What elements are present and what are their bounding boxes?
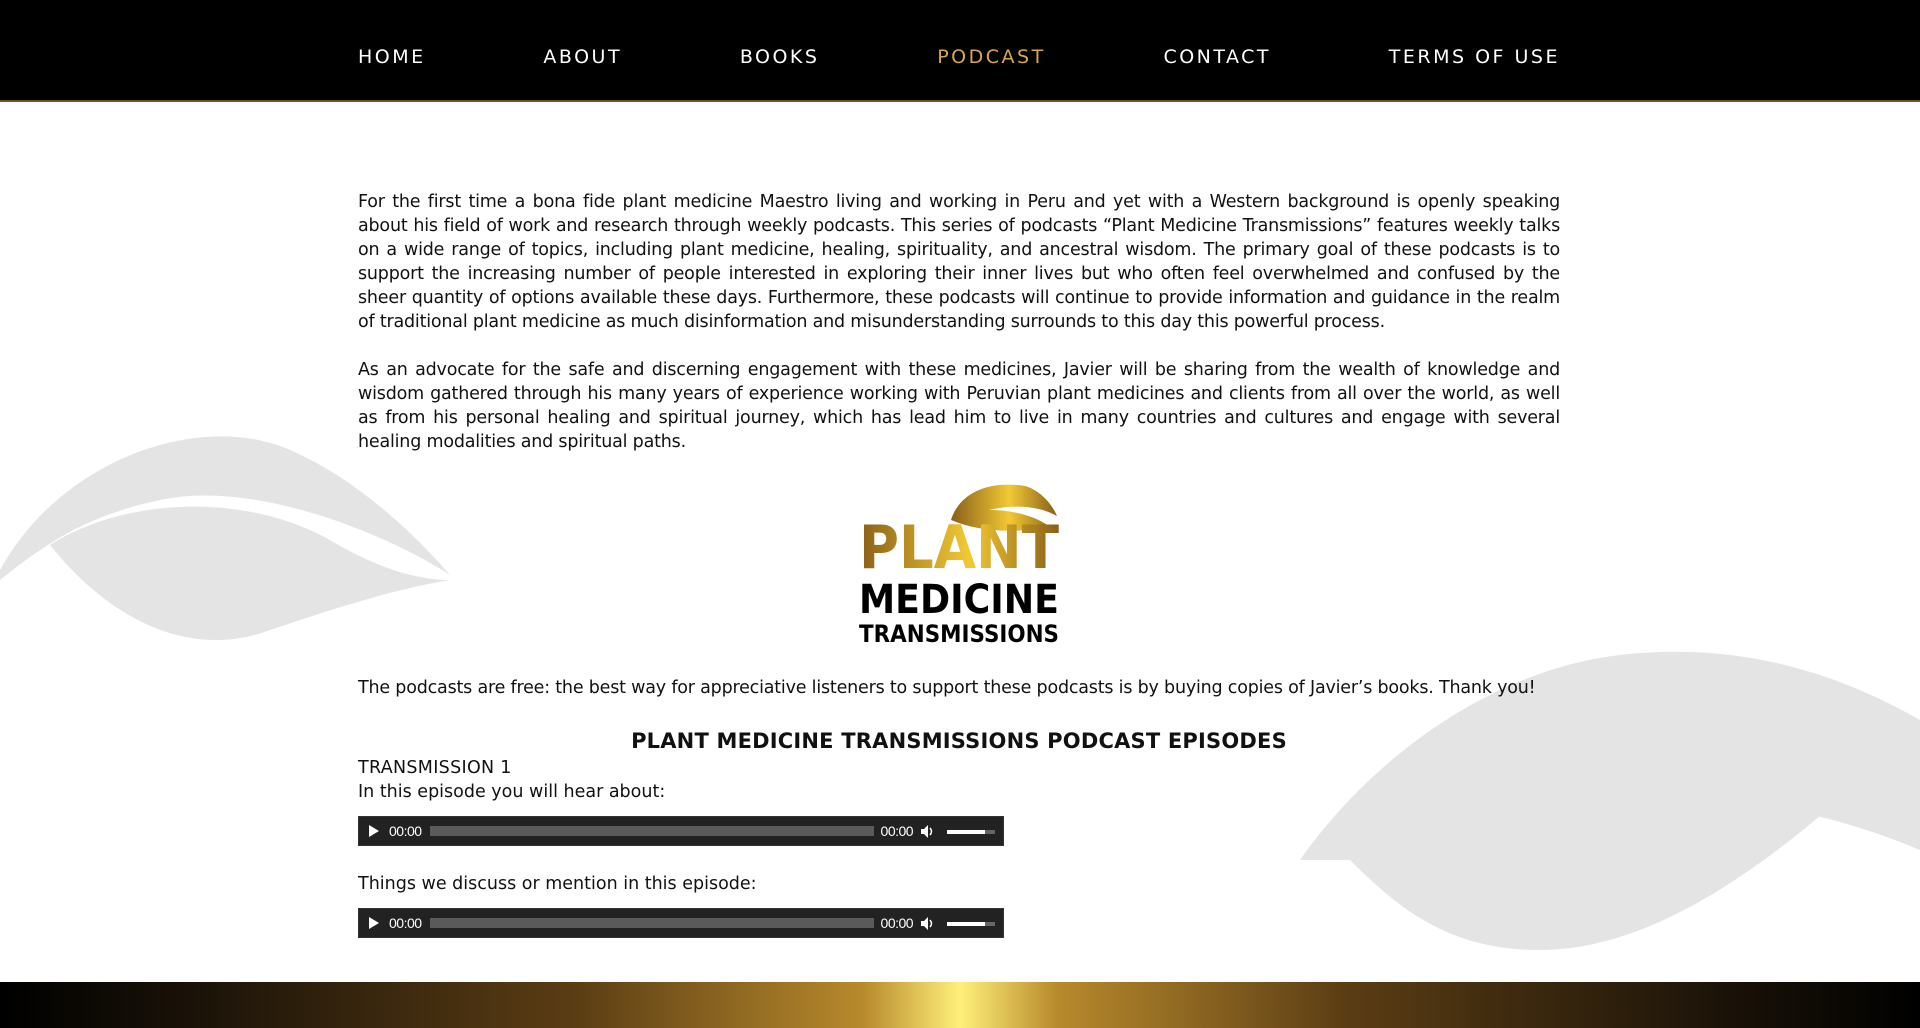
volume-icon[interactable] [921, 824, 937, 838]
current-time: 00:00 [389, 823, 422, 839]
discuss-text: Things we discuss or mention in this epi… [358, 874, 757, 894]
transmission-title: TRANSMISSION 1 [358, 758, 512, 778]
audio-player-2: 00:00 00:00 [358, 908, 1004, 938]
episode-intro-text: In this episode you will hear about: [358, 782, 666, 802]
plant-medicine-transmissions-logo: PLANT MEDICINE TRANSMISSIONS [859, 484, 1059, 648]
logo-line-transmissions: TRANSMISSIONS [859, 620, 1059, 648]
support-message: The podcasts are free: the best way for … [358, 678, 1536, 698]
play-icon[interactable] [367, 824, 381, 838]
podcast-logo: PLANT MEDICINE TRANSMISSIONS [358, 472, 1560, 652]
nav-item-podcast[interactable]: PODCAST [937, 44, 1045, 70]
page: HOME ABOUT BOOKS PODCAST CONTACT TERMS O… [0, 0, 1920, 1028]
volume-icon[interactable] [921, 916, 937, 930]
nav-item-home[interactable]: HOME [358, 44, 426, 70]
top-navigation: HOME ABOUT BOOKS PODCAST CONTACT TERMS O… [0, 0, 1920, 102]
nav-item-books[interactable]: BOOKS [740, 44, 820, 70]
intro-paragraph-1: For the first time a bona fide plant med… [358, 192, 1560, 332]
progress-track[interactable] [429, 826, 874, 836]
play-icon[interactable] [367, 916, 381, 930]
nav-item-about[interactable]: ABOUT [543, 44, 622, 70]
logo-line-plant: PLANT [859, 513, 1059, 583]
volume-slider[interactable] [947, 916, 996, 930]
total-time: 00:00 [880, 915, 914, 931]
progress-track[interactable] [429, 918, 874, 928]
current-time: 00:00 [389, 915, 422, 931]
footer-glow-bar [0, 982, 1920, 1028]
volume-slider[interactable] [947, 824, 996, 838]
nav-item-contact[interactable]: CONTACT [1163, 44, 1271, 70]
nav-item-terms-of-use[interactable]: TERMS OF USE [1389, 44, 1560, 70]
logo-line-medicine: MEDICINE [859, 577, 1059, 623]
episodes-heading: PLANT MEDICINE TRANSMISSIONS PODCAST EPI… [631, 729, 1287, 753]
intro-paragraph-2: As an advocate for the safe and discerni… [358, 360, 1560, 452]
main-content: For the first time a bona fide plant med… [358, 190, 1560, 938]
total-time: 00:00 [880, 823, 914, 839]
audio-player-1: 00:00 00:00 [358, 816, 1004, 846]
nav-menu: HOME ABOUT BOOKS PODCAST CONTACT TERMS O… [358, 44, 1560, 70]
